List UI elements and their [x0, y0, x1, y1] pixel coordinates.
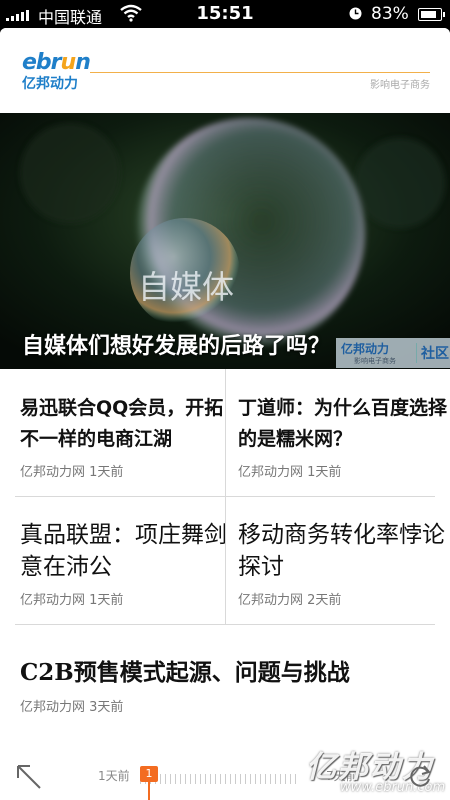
hero-badge-sub: 影响电子商务	[354, 357, 396, 365]
article-meta: 亿邦动力网 1天前	[20, 589, 229, 608]
timeline-slider-track[interactable]	[140, 774, 300, 784]
bubble-caption: 自媒体	[138, 268, 234, 306]
article-card[interactable]: 丁道师：为什么百度选择的是糯米网？ 亿邦动力网 1天前	[238, 393, 447, 480]
hero-title: 自媒体们想好发展的后路了吗？	[22, 334, 331, 359]
article-grid: 易迅联合QQ会员，开拓不一样的电商江湖 亿邦动力网 1天前 丁道师：为什么百度选…	[0, 369, 450, 625]
hero-badge-text: 亿邦动力	[341, 342, 390, 356]
article-time: 1天前	[307, 465, 342, 480]
article-time: 1天前	[89, 465, 124, 480]
article-time: 2天前	[307, 593, 342, 608]
article-time: 1天前	[89, 593, 124, 608]
article-source: 亿邦动力网	[20, 465, 86, 480]
hero-badge: 亿邦动力 影响电子商务 社区	[336, 338, 450, 368]
timeline-slider-knob[interactable]: 1	[140, 766, 158, 782]
hero-badge-tag: 社区	[416, 343, 449, 363]
article-title: C2B预售模式起源、问题与挑战	[20, 659, 350, 686]
status-bar: 中国联通 15:51 83%	[0, 0, 450, 28]
article-source: 亿邦动力网	[238, 465, 304, 480]
article-meta: 亿邦动力网 3天前	[20, 696, 430, 715]
ebrun-logo[interactable]: ebrun	[22, 50, 91, 75]
logo-chinese-name: 亿邦动力	[22, 76, 78, 92]
alarm-clock-icon	[349, 7, 362, 20]
article-source: 亿邦动力网	[238, 593, 304, 608]
article-card[interactable]: 易迅联合QQ会员，开拓不一样的电商江湖 亿邦动力网 1天前	[20, 393, 229, 480]
refresh-icon[interactable]	[406, 762, 434, 790]
header-divider	[90, 72, 430, 73]
article-card[interactable]: 真品联盟：项庄舞剑意在沛公 亿邦动力网 1天前	[20, 519, 229, 608]
content-card: ebrun 亿邦动力 影响电子商务 自媒体 亿邦动力 影响电子商务 社区 自媒体…	[0, 28, 450, 800]
timeline-indicator	[148, 782, 150, 800]
back-arrow-icon[interactable]	[14, 762, 44, 792]
timeline-start-label: 1天前	[98, 769, 130, 783]
article-title: 丁道师：为什么百度选择的是糯米网？	[238, 397, 448, 450]
article-card[interactable]: 移动商务转化率悖论探讨 亿邦动力网 2天前	[238, 519, 447, 608]
battery-icon	[418, 8, 445, 21]
article-card-wide[interactable]: C2B预售模式起源、问题与挑战 亿邦动力网 3天前	[20, 653, 430, 715]
battery-percentage: 83%	[371, 4, 409, 24]
article-title: 移动商务转化率悖论探讨	[238, 522, 445, 580]
bottom-toolbar: 1天前 1 7天前 亿邦动力 www.ebrun.com	[0, 750, 450, 800]
timeline-end-label: 7天前	[326, 769, 358, 783]
header-slogan: 影响电子商务	[370, 80, 430, 91]
hero-banner[interactable]: 自媒体 亿邦动力 影响电子商务 社区 自媒体们想好发展的后路了吗？	[0, 113, 450, 369]
article-meta: 亿邦动力网 2天前	[238, 589, 447, 608]
article-title: 真品联盟：项庄舞剑意在沛公	[20, 522, 227, 580]
article-meta: 亿邦动力网 1天前	[20, 461, 229, 480]
grid-divider-vertical	[225, 369, 226, 625]
article-title: 易迅联合QQ会员，开拓不一样的电商江湖	[20, 397, 224, 450]
grid-divider-horizontal	[15, 496, 435, 497]
article-meta: 亿邦动力网 1天前	[238, 461, 447, 480]
article-time: 3天前	[89, 700, 124, 715]
grid-divider-horizontal	[15, 624, 435, 625]
article-source: 亿邦动力网	[20, 700, 86, 715]
article-source: 亿邦动力网	[20, 593, 86, 608]
app-header: ebrun 亿邦动力 影响电子商务	[0, 28, 450, 113]
